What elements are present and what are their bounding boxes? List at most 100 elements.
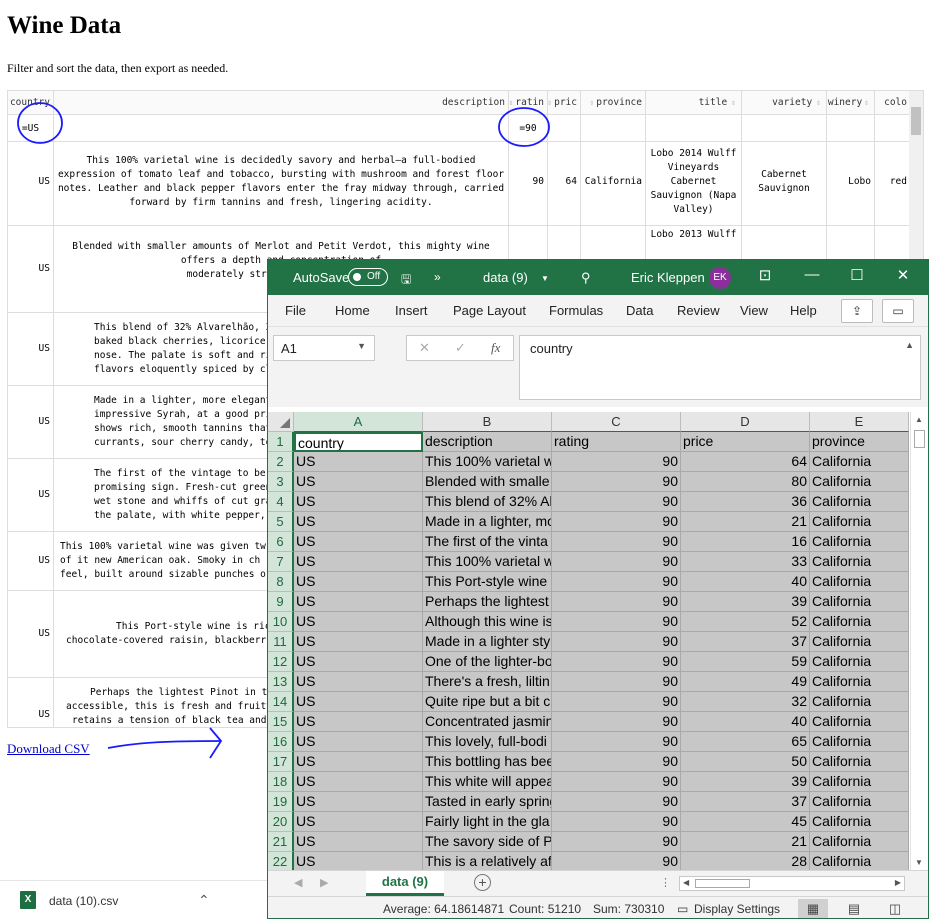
- grid-cell[interactable]: This is a relatively af: [423, 852, 552, 870]
- grid-cell[interactable]: country: [294, 432, 423, 452]
- insert-function-icon[interactable]: fx: [491, 340, 500, 356]
- spreadsheet-grid[interactable]: ▲ ▼ A B C D E 1 country description rating price p…: [268, 412, 928, 870]
- grid-cell[interactable]: US: [294, 772, 423, 792]
- grid-cell[interactable]: California: [810, 652, 909, 672]
- name-box[interactable]: A1 ▼: [273, 335, 375, 361]
- grid-cell[interactable]: The savory side of Pi: [423, 832, 552, 852]
- scrollbar-thumb[interactable]: [914, 430, 925, 448]
- grid-cell[interactable]: 40: [681, 572, 810, 592]
- grid-cell[interactable]: 90: [552, 492, 681, 512]
- menu-insert[interactable]: Insert: [395, 303, 428, 318]
- grid-cell[interactable]: 90: [552, 732, 681, 752]
- ribbon-display-icon[interactable]: ⊡: [754, 266, 776, 284]
- grid-cell[interactable]: California: [810, 732, 909, 752]
- grid-cell[interactable]: California: [810, 632, 909, 652]
- grid-cell[interactable]: Perhaps the lightest: [423, 592, 552, 612]
- row-header[interactable]: 10: [268, 612, 294, 632]
- row-header[interactable]: 14: [268, 692, 294, 712]
- grid-cell[interactable]: 80: [681, 472, 810, 492]
- grid-cell[interactable]: 52: [681, 612, 810, 632]
- grid-cell[interactable]: 90: [552, 552, 681, 572]
- grid-cell[interactable]: There's a fresh, liltin: [423, 672, 552, 692]
- cancel-icon[interactable]: ✕: [419, 340, 430, 356]
- autosave-toggle[interactable]: Off: [348, 268, 388, 286]
- row-header[interactable]: 6: [268, 532, 294, 552]
- grid-cell[interactable]: California: [810, 512, 909, 532]
- row-header[interactable]: 20: [268, 812, 294, 832]
- grid-cell[interactable]: 90: [552, 532, 681, 552]
- column-header-a[interactable]: A: [294, 412, 423, 432]
- file-title[interactable]: data (9): [483, 270, 528, 285]
- grid-cell[interactable]: California: [810, 612, 909, 632]
- column-header-rating[interactable]: ⇕ ratin: [509, 91, 548, 114]
- chevron-down-icon[interactable]: ▼: [541, 274, 549, 283]
- more-commands-icon[interactable]: »: [434, 270, 441, 284]
- enter-icon[interactable]: ✓: [455, 340, 466, 356]
- grid-cell[interactable]: 90: [552, 712, 681, 732]
- horizontal-scrollbar[interactable]: ◀ ▶: [679, 876, 905, 891]
- scroll-down-icon[interactable]: ▼: [915, 858, 923, 867]
- grid-cell[interactable]: 39: [681, 772, 810, 792]
- grid-cell[interactable]: US: [294, 572, 423, 592]
- grid-cell[interactable]: California: [810, 852, 909, 870]
- display-settings-button[interactable]: Display Settings: [694, 902, 780, 916]
- grid-cell[interactable]: 90: [552, 512, 681, 532]
- row-header[interactable]: 21: [268, 832, 294, 852]
- avatar[interactable]: EK: [709, 267, 731, 289]
- grid-cell[interactable]: US: [294, 732, 423, 752]
- grid-cell[interactable]: US: [294, 692, 423, 712]
- grid-cell[interactable]: US: [294, 492, 423, 512]
- grid-cell[interactable]: This blend of 32% Alv: [423, 492, 552, 512]
- grid-cell[interactable]: California: [810, 692, 909, 712]
- column-header-winery[interactable]: winery ⇕: [827, 91, 875, 114]
- grid-cell[interactable]: 45: [681, 812, 810, 832]
- row-header[interactable]: 11: [268, 632, 294, 652]
- menu-view[interactable]: View: [740, 303, 768, 318]
- next-sheet-icon[interactable]: ▶: [320, 876, 328, 889]
- column-header-description[interactable]: description: [54, 91, 509, 114]
- column-header-color[interactable]: colo: [875, 91, 911, 114]
- display-settings-icon[interactable]: ▭: [677, 902, 688, 916]
- grid-cell[interactable]: Quite ripe but a bit c: [423, 692, 552, 712]
- grid-cell[interactable]: 16: [681, 532, 810, 552]
- grid-cell[interactable]: US: [294, 752, 423, 772]
- sheet-tab[interactable]: data (9): [366, 871, 444, 896]
- scroll-left-icon[interactable]: ◀: [683, 878, 689, 887]
- row-header[interactable]: 13: [268, 672, 294, 692]
- grid-cell[interactable]: Concentrated jasmin: [423, 712, 552, 732]
- grid-cell[interactable]: province: [810, 432, 909, 452]
- grid-cell[interactable]: California: [810, 812, 909, 832]
- grid-cell[interactable]: This white will appea: [423, 772, 552, 792]
- row-header[interactable]: 3: [268, 472, 294, 492]
- row-header[interactable]: 17: [268, 752, 294, 772]
- column-header-b[interactable]: B: [423, 412, 552, 432]
- column-header-e[interactable]: E: [810, 412, 909, 432]
- grid-cell[interactable]: 59: [681, 652, 810, 672]
- grid-cell[interactable]: price: [681, 432, 810, 452]
- formula-input[interactable]: country ▲: [519, 335, 921, 400]
- menu-formulas[interactable]: Formulas: [549, 303, 603, 318]
- grid-cell[interactable]: 21: [681, 832, 810, 852]
- grid-cell[interactable]: California: [810, 532, 909, 552]
- grid-cell[interactable]: One of the lighter-bo: [423, 652, 552, 672]
- grid-cell[interactable]: US: [294, 652, 423, 672]
- grid-cell[interactable]: 39: [681, 592, 810, 612]
- normal-view-icon[interactable]: ▦: [798, 899, 828, 918]
- grid-cell[interactable]: California: [810, 492, 909, 512]
- grid-cell[interactable]: 21: [681, 512, 810, 532]
- grid-cell[interactable]: 65: [681, 732, 810, 752]
- row-header[interactable]: 7: [268, 552, 294, 572]
- column-header-province[interactable]: ⇕ province: [581, 91, 646, 114]
- grid-cell[interactable]: California: [810, 672, 909, 692]
- row-header[interactable]: 18: [268, 772, 294, 792]
- grid-cell[interactable]: California: [810, 772, 909, 792]
- scrollbar-thumb[interactable]: [911, 107, 921, 135]
- add-sheet-icon[interactable]: +: [474, 874, 491, 891]
- grid-cell[interactable]: Made in a lighter, mo: [423, 512, 552, 532]
- grid-cell[interactable]: US: [294, 832, 423, 852]
- grid-cell[interactable]: California: [810, 472, 909, 492]
- share-icon[interactable]: ⇪: [841, 299, 873, 323]
- maximize-icon[interactable]: ☐: [846, 266, 868, 284]
- tab-split-handle[interactable]: ⋮: [660, 876, 671, 889]
- grid-cell[interactable]: California: [810, 572, 909, 592]
